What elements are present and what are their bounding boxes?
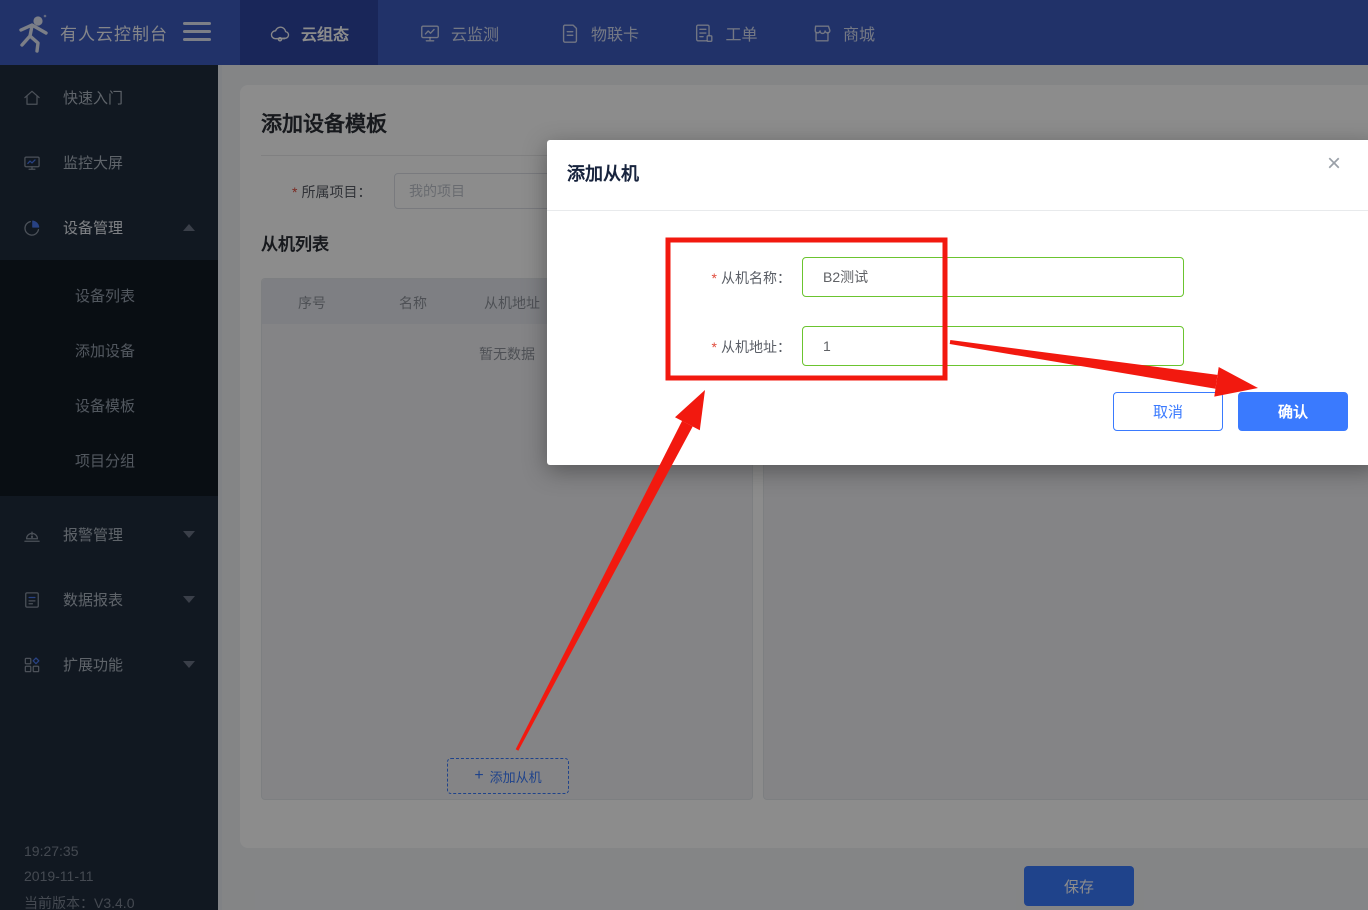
slave-address-input[interactable]	[802, 326, 1184, 366]
slave-name-label-text: 从机名称：	[721, 270, 791, 286]
cancel-button[interactable]: 取消	[1113, 392, 1223, 431]
close-icon[interactable]: ×	[1327, 152, 1341, 176]
slave-address-label: *从机地址：	[691, 337, 791, 357]
slave-name-label: *从机名称：	[691, 268, 791, 288]
confirm-button[interactable]: 确认	[1238, 392, 1348, 431]
add-slave-modal: 添加从机 × *从机名称： *从机地址： 取消 确认	[547, 140, 1368, 465]
modal-title: 添加从机	[567, 160, 639, 186]
screen: 有人云控制台 云组态 云监测 物联卡 工单 商城	[0, 0, 1368, 910]
slave-name-input[interactable]	[802, 257, 1184, 297]
required-mark: *	[712, 339, 717, 355]
divider	[547, 210, 1368, 211]
required-mark: *	[712, 270, 717, 286]
slave-address-label-text: 从机地址：	[721, 339, 791, 355]
